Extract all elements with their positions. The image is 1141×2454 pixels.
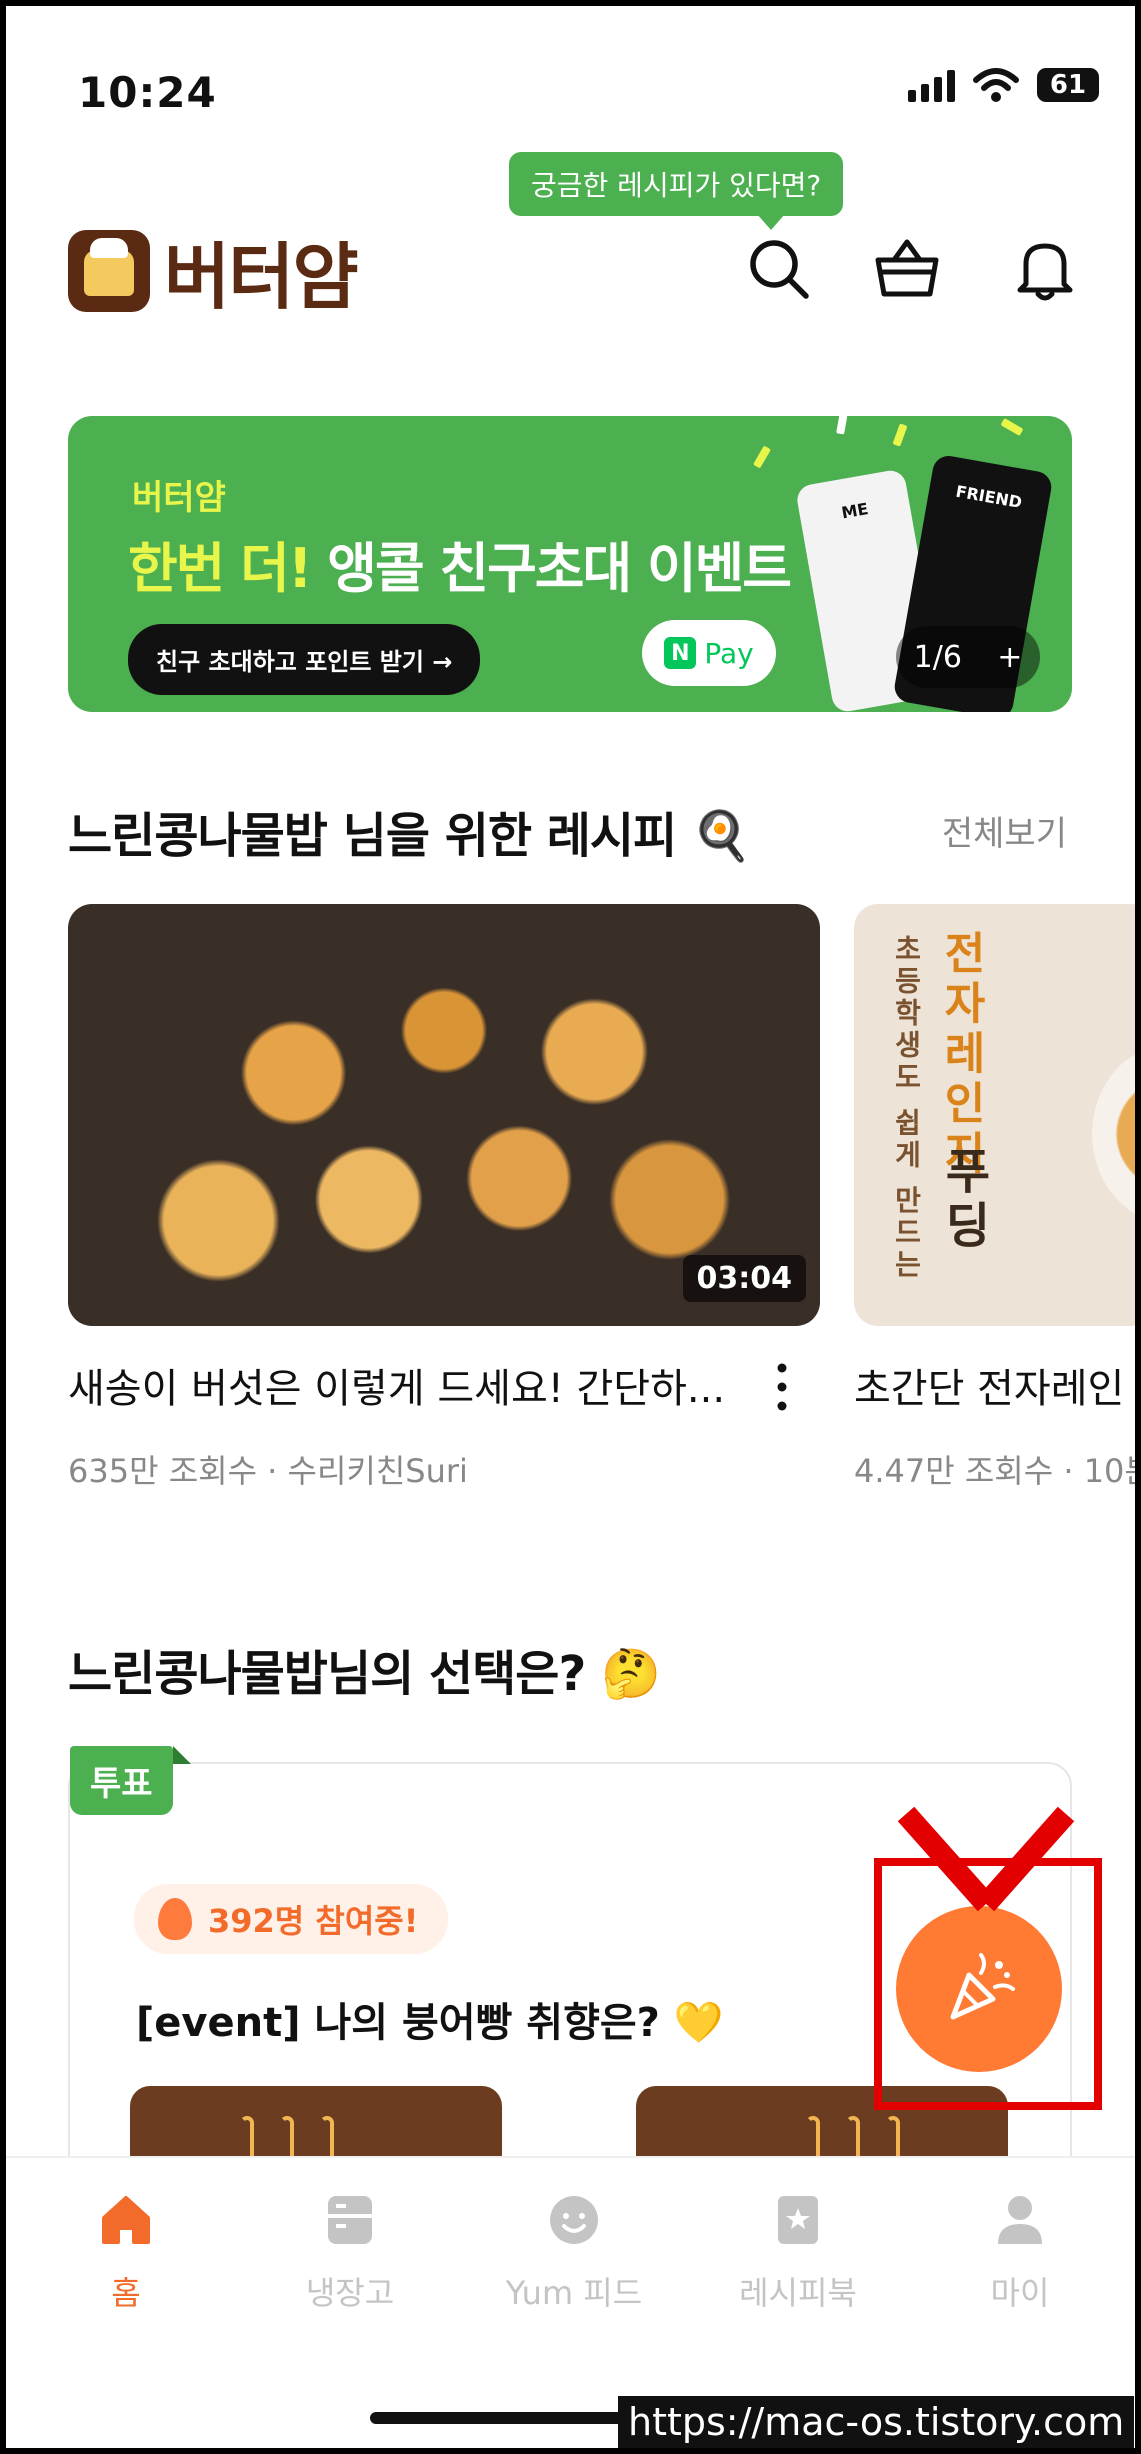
nav-my[interactable]: 마이 — [920, 2192, 1120, 2314]
watermark: https://mac-os.tistory.com — [618, 2396, 1135, 2448]
nav-home[interactable]: 홈 — [26, 2192, 226, 2314]
party-popper-icon — [950, 1953, 1015, 2020]
banner-page-count: 1/6 — [913, 639, 962, 675]
profile-icon — [998, 2196, 1042, 2244]
recipe-thumbnail[interactable]: 초등학생도 쉽게 만드는 전자레인지 푸딩 — [854, 904, 1135, 1326]
basket-icon[interactable] — [872, 234, 942, 304]
banner-title-highlight: 한번 더! — [128, 537, 312, 600]
nav-fridge[interactable]: 냉장고 — [250, 2192, 450, 2314]
recipe-book-icon — [778, 2196, 818, 2244]
feed-icon — [550, 2196, 598, 2244]
thumbnail-caption: 초등학생도 쉽게 만드는 — [890, 934, 923, 1282]
video-duration: 03:04 — [682, 1255, 806, 1302]
fridge-icon — [328, 2196, 372, 2244]
recipe-meta: 4.47만 조회수 · 10분 — [854, 1452, 1135, 1490]
naver-pay-badge: N Pay — [642, 620, 776, 686]
see-all-link[interactable]: 전체보기 — [942, 806, 1067, 855]
participants-count: 392명 참여중! — [208, 1902, 419, 1940]
more-options-icon[interactable] — [774, 1362, 790, 1412]
recipes-section-title: 느린콩나물밥 님을 위한 레시피 🍳 — [68, 808, 752, 864]
nav-label: Yum 피드 — [505, 2274, 643, 2312]
nav-yum-feed[interactable]: Yum 피드 — [474, 2192, 674, 2314]
promo-banner[interactable]: 버터얌 한번 더! 앵콜 친구초대 이벤트 친구 초대하고 포인트 받기 → N… — [68, 416, 1072, 712]
status-indicators: 61 — [908, 68, 1099, 102]
vote-question: [event] 나의 붕어빵 취향은? 💛 — [136, 2000, 724, 2046]
banner-more-icon[interactable]: + — [997, 640, 1022, 675]
recipe-title[interactable]: 초간단 전자레인 — [854, 1356, 1124, 1414]
vote-tag: 투표 — [70, 1746, 191, 1815]
search-icon[interactable] — [744, 234, 814, 304]
event-fab-button[interactable] — [896, 1906, 1062, 2072]
nav-label: 레시피북 — [739, 2274, 857, 2312]
banner-title: 한번 더! 앵콜 친구초대 이벤트 — [128, 524, 792, 603]
recipe-thumbnail[interactable]: 03:04 — [68, 904, 820, 1326]
pudding-bowl-image — [1092, 1044, 1135, 1224]
status-time: 10:24 — [78, 68, 217, 117]
app-logo[interactable]: 버터얌 — [68, 218, 359, 323]
vote-section-title: 느린콩나물밥님의 선택은? 🤔 — [68, 1646, 661, 1702]
recipe-meta: 635만 조회수 · 수리키친Suri — [68, 1452, 468, 1490]
thumbnail-headline-dark: 푸딩 — [935, 1146, 991, 1254]
nav-label: 마이 — [990, 2274, 1050, 2312]
fire-icon — [158, 1898, 192, 1940]
thumbnail-headline: 전자레인지 — [935, 930, 986, 1180]
nav-label: 홈 — [111, 2274, 141, 2312]
search-tooltip: 궁금한 레시피가 있다면? — [509, 152, 844, 230]
signal-icon — [908, 68, 955, 102]
bell-icon[interactable] — [1010, 234, 1080, 304]
pointer-x-marker-icon — [897, 1806, 1075, 1912]
logo-text: 버터얌 — [164, 235, 359, 319]
home-icon — [102, 2196, 150, 2244]
participants-badge: 392명 참여중! — [134, 1884, 449, 1954]
banner-brand: 버터얌 — [132, 478, 226, 518]
banner-cta-button[interactable]: 친구 초대하고 포인트 받기 → — [128, 624, 481, 695]
app-screen: 10:24 61 버터얌 궁금한 레시피가 있다면? 버터얌 한번 더! 앵콜 … — [6, 6, 1135, 2448]
banner-title-rest: 앵콜 친구초대 이벤트 — [310, 537, 792, 600]
logo-mascot-icon — [68, 229, 150, 312]
pay-label: Pay — [704, 636, 754, 670]
recipe-title[interactable]: 새송이 버섯은 이렇게 드세요! 간단하... — [68, 1356, 725, 1414]
banner-pager[interactable]: 1/6 + — [896, 626, 1040, 688]
naver-n-icon: N — [664, 637, 697, 669]
nav-recipe-book[interactable]: 레시피북 — [698, 2192, 898, 2314]
battery-icon: 61 — [1037, 68, 1099, 102]
wifi-icon — [973, 68, 1019, 102]
nav-label: 냉장고 — [305, 2274, 395, 2312]
